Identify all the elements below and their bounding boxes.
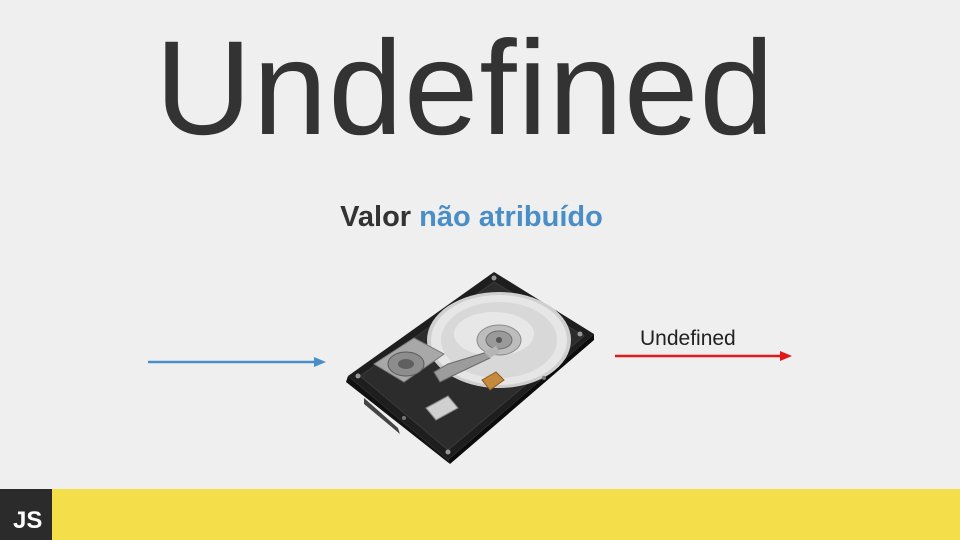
slide-title: Undefined [155, 14, 775, 163]
footer-bar [0, 489, 960, 540]
subtitle-text-dark: Valor [340, 201, 420, 233]
hard-disk-drive-image [346, 272, 594, 464]
output-arrow-icon [615, 351, 792, 361]
js-logo-text: JS [13, 507, 43, 534]
input-arrow-icon [148, 357, 326, 367]
slide-subtitle: Valor não atribuído [0, 201, 943, 234]
js-logo-badge: JS [0, 489, 52, 540]
subtitle-text-highlight: não atribuído [419, 201, 603, 233]
